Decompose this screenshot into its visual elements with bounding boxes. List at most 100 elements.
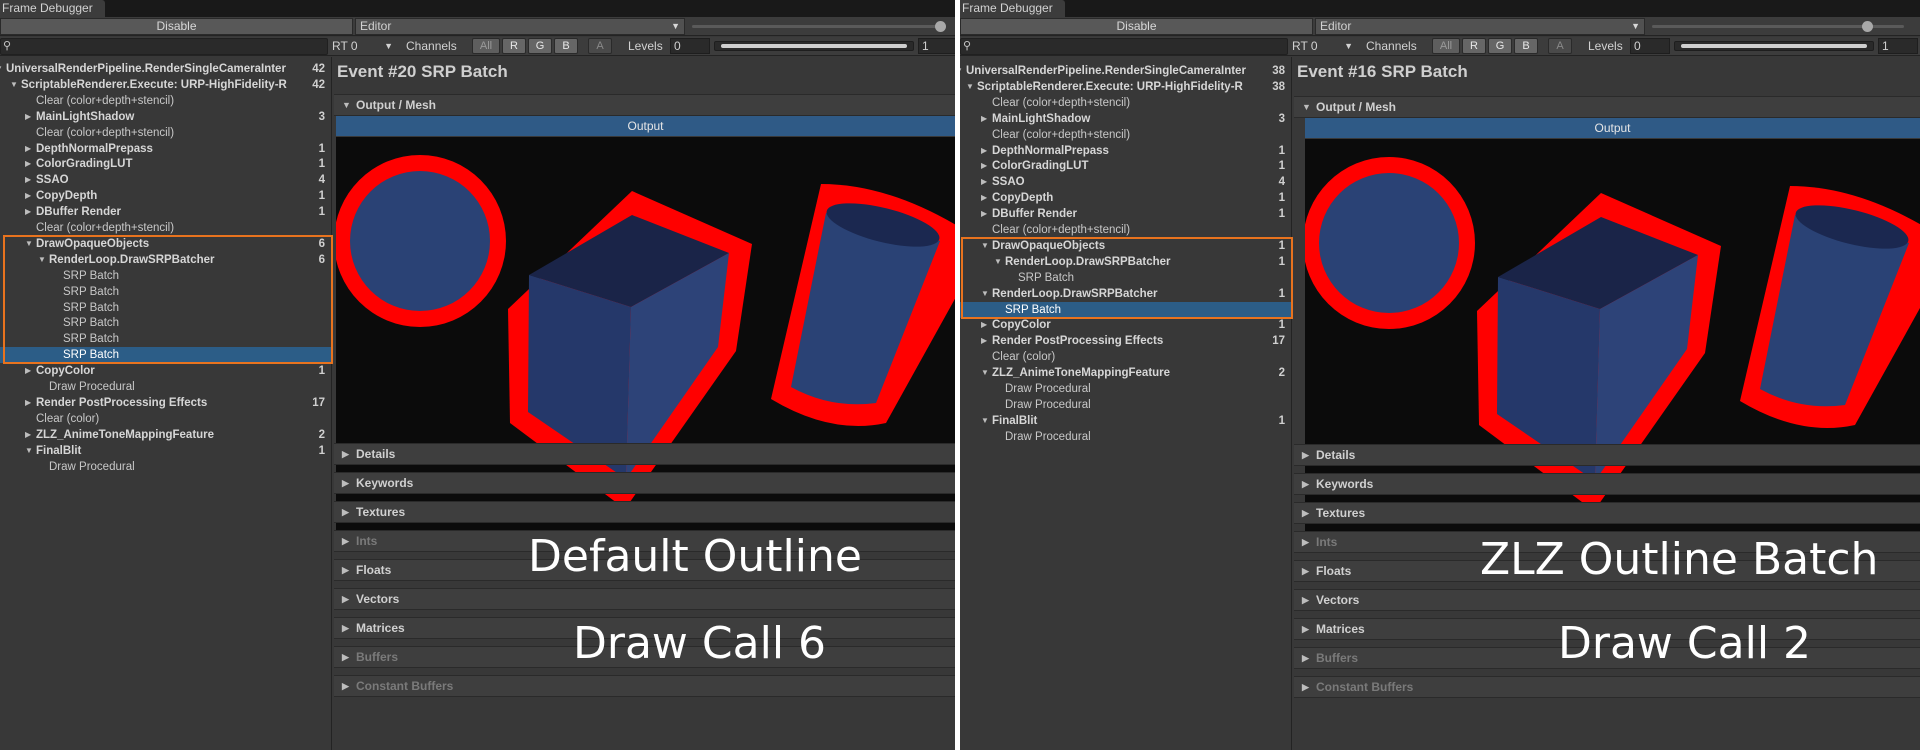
collapsed-arrow-icon[interactable]: ▶ (981, 143, 987, 159)
tree-row[interactable]: ▼ ZLZ_AnimeToneMappingFeature 2 (960, 365, 1291, 381)
tree-row[interactable]: ▶ SSAO 4 (960, 174, 1291, 190)
window-tab[interactable]: Frame Debugger (0, 0, 105, 17)
collapsed-arrow-icon[interactable]: ▶ (981, 206, 987, 222)
tree-row[interactable]: ▶ ZLZ_AnimeToneMappingFeature 2 (0, 427, 331, 443)
expanded-arrow-icon[interactable]: ▼ (25, 443, 33, 459)
channel-g-button[interactable]: G (528, 38, 552, 54)
expanded-arrow-icon[interactable]: ▼ (960, 63, 963, 79)
expanded-arrow-icon[interactable]: ▼ (966, 79, 974, 95)
section-header[interactable]: ▶ Keywords (1294, 473, 1920, 495)
disable-button[interactable]: Disable (960, 18, 1313, 35)
rt-dropdown[interactable]: RT 0 ▼ (1290, 38, 1356, 55)
rt-dropdown[interactable]: RT 0 ▼ (330, 38, 396, 55)
target-dropdown[interactable]: Editor ▼ (1315, 18, 1645, 35)
channel-r-button[interactable]: R (1462, 38, 1486, 54)
output-mesh-section[interactable]: ▼ Output / Mesh (334, 94, 955, 116)
tree-row[interactable]: ▶ CopyDepth 1 (960, 190, 1291, 206)
disable-button[interactable]: Disable (0, 18, 353, 35)
collapsed-arrow-icon[interactable]: ▶ (981, 111, 987, 127)
expanded-arrow-icon[interactable]: ▼ (981, 365, 989, 381)
tree-row[interactable]: ▶ DBuffer Render 1 (0, 204, 331, 220)
tree-row[interactable]: Clear (color+depth+stencil) (0, 125, 331, 141)
collapsed-arrow-icon[interactable]: ▶ (25, 141, 31, 157)
collapsed-arrow-icon[interactable]: ▶ (981, 174, 987, 190)
tree-row[interactable]: ▼UniversalRenderPipeline.RenderSingleCam… (960, 63, 1291, 79)
tree-row[interactable]: ▶ DepthNormalPrepass 1 (960, 143, 1291, 159)
levels-max-field[interactable]: 1 (1878, 38, 1918, 54)
output-mesh-section[interactable]: ▼ Output / Mesh (1294, 96, 1920, 118)
section-header[interactable]: ▶ Details (334, 443, 955, 465)
tree-row[interactable]: ▶ SSAO 4 (0, 172, 331, 188)
levels-slider[interactable] (1674, 41, 1874, 51)
tree-row[interactable]: ▶ ColorGradingLUT 1 (960, 158, 1291, 174)
tree-row[interactable]: ▶ MainLightShadow 3 (0, 109, 331, 125)
output-tab[interactable]: Output (1305, 118, 1920, 138)
tree-row[interactable]: ▶ Render PostProcessing Effects 17 (0, 395, 331, 411)
target-dropdown[interactable]: Editor ▼ (355, 18, 685, 35)
section-header[interactable]: ▶ Vectors (1294, 589, 1920, 611)
event-slider-handle[interactable] (935, 21, 946, 32)
tree-row[interactable]: ▶ CopyColor 1 (0, 363, 331, 379)
collapsed-arrow-icon[interactable]: ▶ (25, 156, 31, 172)
tree-row[interactable]: ▶ CopyDepth 1 (0, 188, 331, 204)
channel-b-button[interactable]: B (554, 38, 578, 54)
channel-g-button[interactable]: G (1488, 38, 1512, 54)
tree-row[interactable]: Clear (color+depth+stencil) (960, 95, 1291, 111)
section-header[interactable]: ▶ Textures (334, 501, 955, 523)
search-input[interactable]: ⚲ (0, 38, 328, 55)
collapsed-arrow-icon[interactable]: ▶ (981, 158, 987, 174)
collapsed-arrow-icon[interactable]: ▶ (981, 333, 987, 349)
collapsed-arrow-icon[interactable]: ▶ (25, 188, 31, 204)
output-tab[interactable]: Output (336, 116, 955, 136)
expanded-arrow-icon[interactable]: ▼ (981, 413, 989, 429)
search-input[interactable]: ⚲ (960, 38, 1288, 55)
tree-row[interactable]: ▶ ColorGradingLUT 1 (0, 156, 331, 172)
event-slider[interactable] (692, 25, 944, 28)
section-header[interactable]: ▶ Keywords (334, 472, 955, 494)
tree-row[interactable]: ▼ ScriptableRenderer.Execute: URP-HighFid… (0, 77, 331, 93)
channel-a-button[interactable]: A (1548, 38, 1572, 54)
expanded-arrow-icon[interactable]: ▼ (10, 77, 18, 93)
tree-row[interactable]: ▶ DepthNormalPrepass 1 (0, 141, 331, 157)
tree-row[interactable]: Clear (color) (960, 349, 1291, 365)
tree-row[interactable]: Draw Procedural (960, 381, 1291, 397)
section-header[interactable]: ▶ Textures (1294, 502, 1920, 524)
tree-row[interactable]: ▶ DBuffer Render 1 (960, 206, 1291, 222)
tree-row[interactable]: Draw Procedural (0, 379, 331, 395)
tree-row[interactable]: ▶ Render PostProcessing Effects 17 (960, 333, 1291, 349)
event-slider-handle[interactable] (1862, 21, 1873, 32)
tree-row[interactable]: Clear (color) (0, 411, 331, 427)
collapsed-arrow-icon[interactable]: ▶ (25, 395, 31, 411)
channel-a-button[interactable]: A (588, 38, 612, 54)
collapsed-arrow-icon[interactable]: ▶ (25, 427, 31, 443)
levels-min-field[interactable]: 0 (1630, 38, 1670, 54)
collapsed-arrow-icon[interactable]: ▶ (981, 317, 987, 333)
channel-all-button[interactable]: All (1432, 38, 1460, 54)
channel-r-button[interactable]: R (502, 38, 526, 54)
tree-row[interactable]: ▼ FinalBlit 1 (0, 443, 331, 459)
section-header[interactable]: ▶ Vectors (334, 588, 955, 610)
levels-max-field[interactable]: 1 (918, 38, 955, 54)
tree-row[interactable]: ▼ FinalBlit 1 (960, 413, 1291, 429)
channel-b-button[interactable]: B (1514, 38, 1538, 54)
tree-row[interactable]: Clear (color+depth+stencil) (0, 220, 331, 236)
section-header[interactable]: ▶ Constant Buffers (334, 675, 955, 697)
tree-row[interactable]: Draw Procedural (960, 397, 1291, 413)
tree-row[interactable]: Draw Procedural (0, 459, 331, 475)
expanded-arrow-icon[interactable]: ▼ (0, 61, 3, 77)
channel-all-button[interactable]: All (472, 38, 500, 54)
tree-row[interactable]: ▶ CopyColor 1 (960, 317, 1291, 333)
tree-row[interactable]: Clear (color+depth+stencil) (960, 222, 1291, 238)
collapsed-arrow-icon[interactable]: ▶ (981, 190, 987, 206)
tree-row[interactable]: ▶ MainLightShadow 3 (960, 111, 1291, 127)
collapsed-arrow-icon[interactable]: ▶ (25, 363, 31, 379)
tree-row[interactable]: Draw Procedural (960, 429, 1291, 445)
levels-min-field[interactable]: 0 (670, 38, 710, 54)
levels-slider[interactable] (714, 41, 914, 51)
tree-row[interactable]: Clear (color+depth+stencil) (960, 127, 1291, 143)
tree-row[interactable]: Clear (color+depth+stencil) (0, 93, 331, 109)
collapsed-arrow-icon[interactable]: ▶ (25, 109, 31, 125)
tree-row[interactable]: ▼ ScriptableRenderer.Execute: URP-HighFid… (960, 79, 1291, 95)
section-header[interactable]: ▶ Details (1294, 444, 1920, 466)
section-header[interactable]: ▶ Constant Buffers (1294, 676, 1920, 698)
